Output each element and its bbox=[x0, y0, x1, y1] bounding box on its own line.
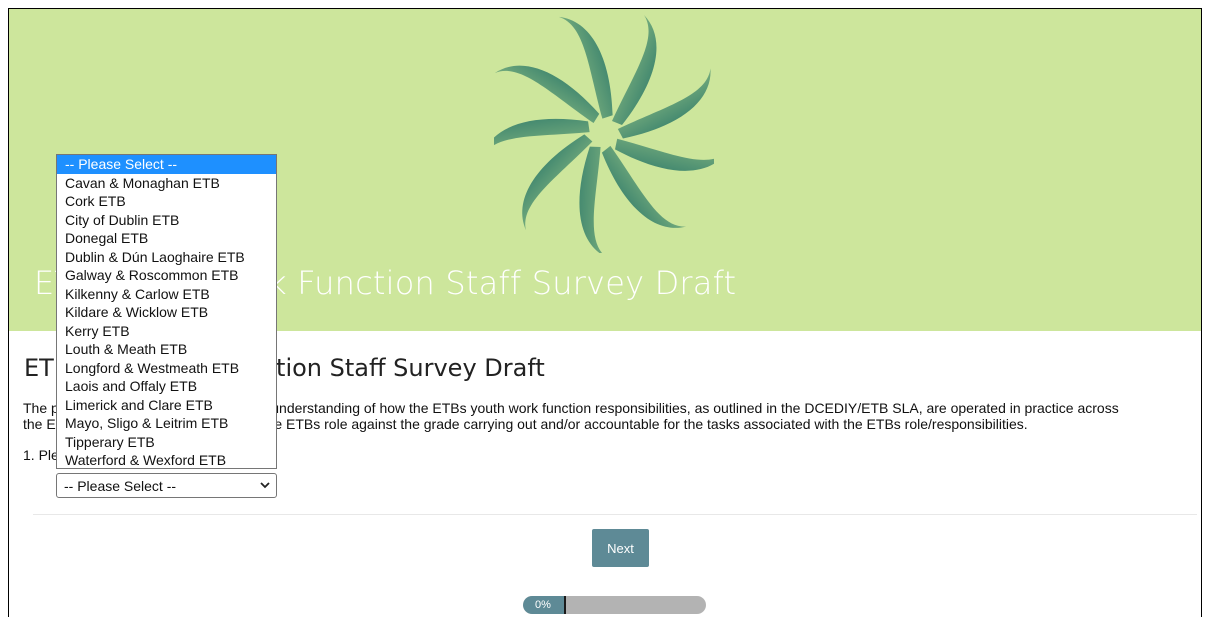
dropdown-option[interactable]: Laois and Offaly ETB bbox=[57, 377, 276, 396]
dropdown-option[interactable]: Limerick and Clare ETB bbox=[57, 396, 276, 415]
dropdown-option[interactable]: Galway & Roscommon ETB bbox=[57, 266, 276, 285]
dropdown-option[interactable]: Louth & Meath ETB bbox=[57, 340, 276, 359]
etb-dropdown-list[interactable]: -- Please Select -- Cavan & Monaghan ETB… bbox=[56, 154, 277, 469]
dropdown-option[interactable]: Kerry ETB bbox=[57, 322, 276, 341]
dropdown-option[interactable]: Mayo, Sligo & Leitrim ETB bbox=[57, 414, 276, 433]
progress-bar: 0% bbox=[523, 596, 706, 614]
dropdown-option[interactable]: Cork ETB bbox=[57, 192, 276, 211]
dropdown-option[interactable]: Longford & Westmeath ETB bbox=[57, 359, 276, 378]
dropdown-option[interactable]: -- Please Select -- bbox=[57, 155, 276, 174]
dropdown-option[interactable]: Dublin & Dún Laoghaire ETB bbox=[57, 248, 276, 267]
dropdown-option[interactable]: Tipperary ETB bbox=[57, 433, 276, 452]
dropdown-option[interactable]: Kildare & Wicklow ETB bbox=[57, 303, 276, 322]
divider bbox=[33, 514, 1197, 515]
dropdown-option[interactable]: City of Dublin ETB bbox=[57, 211, 276, 230]
etb-select[interactable]: -- Please Select -- bbox=[56, 473, 277, 498]
swirl-logo-icon bbox=[494, 13, 714, 253]
progress-label: 0% bbox=[535, 599, 551, 611]
dropdown-option[interactable]: Waterford & Wexford ETB bbox=[57, 451, 276, 470]
next-button[interactable]: Next bbox=[592, 529, 649, 567]
dropdown-option[interactable]: Donegal ETB bbox=[57, 229, 276, 248]
etb-select-value: -- Please Select -- bbox=[64, 478, 177, 494]
chevron-down-icon bbox=[260, 482, 270, 489]
dropdown-option[interactable]: Kilkenny & Carlow ETB bbox=[57, 285, 276, 304]
dropdown-option[interactable]: Cavan & Monaghan ETB bbox=[57, 174, 276, 193]
